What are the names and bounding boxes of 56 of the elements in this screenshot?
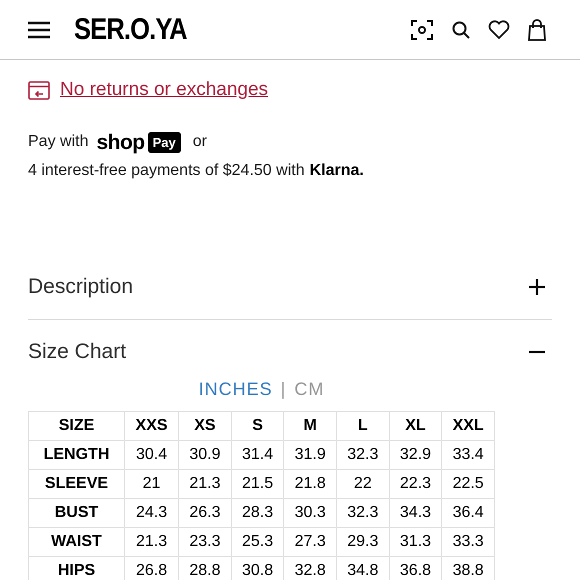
row-header: BUST [28, 498, 124, 528]
table-cell: 30.3 [284, 498, 336, 528]
row-header: SLEEVE [28, 470, 124, 498]
table-cell: 23.3 [178, 528, 232, 556]
column-header: M [284, 412, 336, 440]
row-header: HIPS [28, 556, 124, 580]
column-header: XS [178, 412, 232, 440]
table-cell: 22 [336, 470, 390, 498]
table-cell: 30.9 [178, 440, 232, 470]
column-header: SIZE [28, 412, 124, 440]
table-cell: 34.3 [389, 498, 442, 528]
table-cell: 32.3 [336, 440, 390, 470]
returns-link[interactable]: No returns or exchanges [60, 76, 268, 104]
table-cell: 27.3 [284, 528, 336, 556]
return-box-icon [28, 80, 50, 100]
logo[interactable]: SER.O.YA [74, 7, 187, 52]
table-cell: 33.3 [442, 528, 494, 556]
table-cell: 21 [124, 470, 179, 498]
accordion-header[interactable]: Description [28, 255, 552, 319]
table-cell: 29.3 [336, 528, 390, 556]
shop-pay-logo: shop Pay [96, 126, 181, 158]
table-cell: 28.3 [231, 498, 284, 528]
column-header: XXS [124, 412, 179, 440]
table-cell: 22.3 [389, 470, 442, 498]
pay-with-text: Pay with [28, 132, 88, 152]
table-cell: 24.3 [124, 498, 179, 528]
table-cell: 21.3 [178, 470, 232, 498]
installments-text: 4 interest-free payments of $24.50 with [28, 161, 305, 181]
row-header: LENGTH [28, 440, 124, 470]
table-cell: 21.8 [284, 470, 336, 498]
table-cell: 26.3 [178, 498, 232, 528]
table-cell: 33.4 [442, 440, 494, 470]
table-cell: 32.3 [336, 498, 390, 528]
plus-icon[interactable] [528, 278, 546, 296]
shopping-bag-icon[interactable] [528, 18, 546, 40]
table-cell: 21.3 [124, 528, 179, 556]
table-cell: 32.9 [389, 440, 442, 470]
column-header: XXL [442, 412, 494, 440]
table-cell: 31.4 [231, 440, 284, 470]
row-header: WAIST [28, 528, 124, 556]
column-header: XL [389, 412, 442, 440]
table-cell: 31.9 [284, 440, 336, 470]
table-cell: 30.4 [124, 440, 179, 470]
table-cell: 36.4 [442, 498, 494, 528]
heart-icon[interactable] [488, 20, 510, 40]
table-cell: 31.3 [389, 528, 442, 556]
table-cell: 25.3 [231, 528, 284, 556]
or-text: or [192, 132, 208, 152]
menu-icon[interactable] [28, 20, 50, 38]
table-cell: 22.5 [442, 470, 494, 498]
klarna-logo: Klarna. [310, 161, 364, 181]
column-header: S [231, 412, 284, 440]
search-icon[interactable] [452, 20, 470, 38]
column-header: L [336, 412, 390, 440]
table-cell: 21.5 [231, 470, 284, 498]
scan-icon[interactable] [410, 18, 434, 42]
